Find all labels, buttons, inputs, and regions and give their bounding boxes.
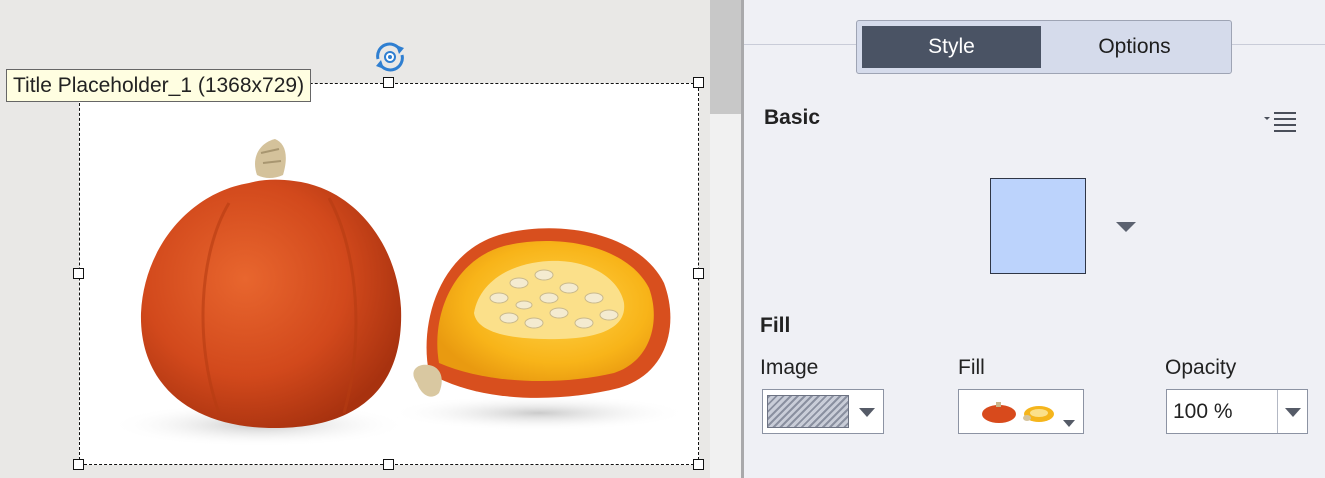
rotate-icon[interactable]: [372, 39, 408, 75]
resize-handle-bottom[interactable]: [383, 459, 394, 470]
resize-handle-left[interactable]: [73, 268, 84, 279]
fill-dropdown[interactable]: [958, 389, 1084, 434]
style-preview-swatch[interactable]: [990, 178, 1086, 274]
resize-handle-top-right[interactable]: [693, 77, 704, 88]
opacity-separator: [1277, 390, 1278, 433]
chevron-down-icon[interactable]: [1116, 222, 1136, 232]
chevron-down-icon: [1063, 420, 1075, 427]
opacity-dropdown[interactable]: 100 %: [1166, 389, 1308, 434]
tab-style[interactable]: Style: [862, 26, 1041, 68]
fill-section-title: Fill: [760, 314, 791, 337]
pumpkin-thumbnail-icon: [982, 402, 1054, 423]
hatch-pattern-preview: [767, 395, 849, 428]
resize-handle-right[interactable]: [693, 268, 704, 279]
menu-icon[interactable]: [1264, 110, 1298, 132]
properties-panel: Style Options Basic Fill Image Fill Opac…: [744, 0, 1325, 478]
vertical-scrollbar[interactable]: [710, 0, 741, 478]
size-tooltip: Title Placeholder_1 (1368x729): [6, 69, 312, 102]
chevron-down-icon[interactable]: [1285, 408, 1301, 417]
resize-handle-top[interactable]: [383, 77, 394, 88]
basic-section-title: Basic: [764, 106, 821, 129]
scrollbar-thumb[interactable]: [710, 0, 741, 114]
image-label: Image: [760, 356, 819, 379]
chevron-down-icon: [859, 408, 875, 417]
selection-frame[interactable]: [79, 83, 699, 465]
opacity-value[interactable]: 100 %: [1173, 390, 1233, 433]
slide-canvas: Title Placeholder_1 (1368x729): [0, 0, 710, 478]
fill-label: Fill: [958, 356, 985, 379]
resize-handle-bottom-left[interactable]: [73, 459, 84, 470]
opacity-label: Opacity: [1165, 356, 1237, 379]
tab-options[interactable]: Options: [1041, 26, 1228, 68]
resize-handle-bottom-right[interactable]: [693, 459, 704, 470]
image-dropdown[interactable]: [762, 389, 884, 434]
tab-bar: Style Options: [856, 20, 1232, 74]
